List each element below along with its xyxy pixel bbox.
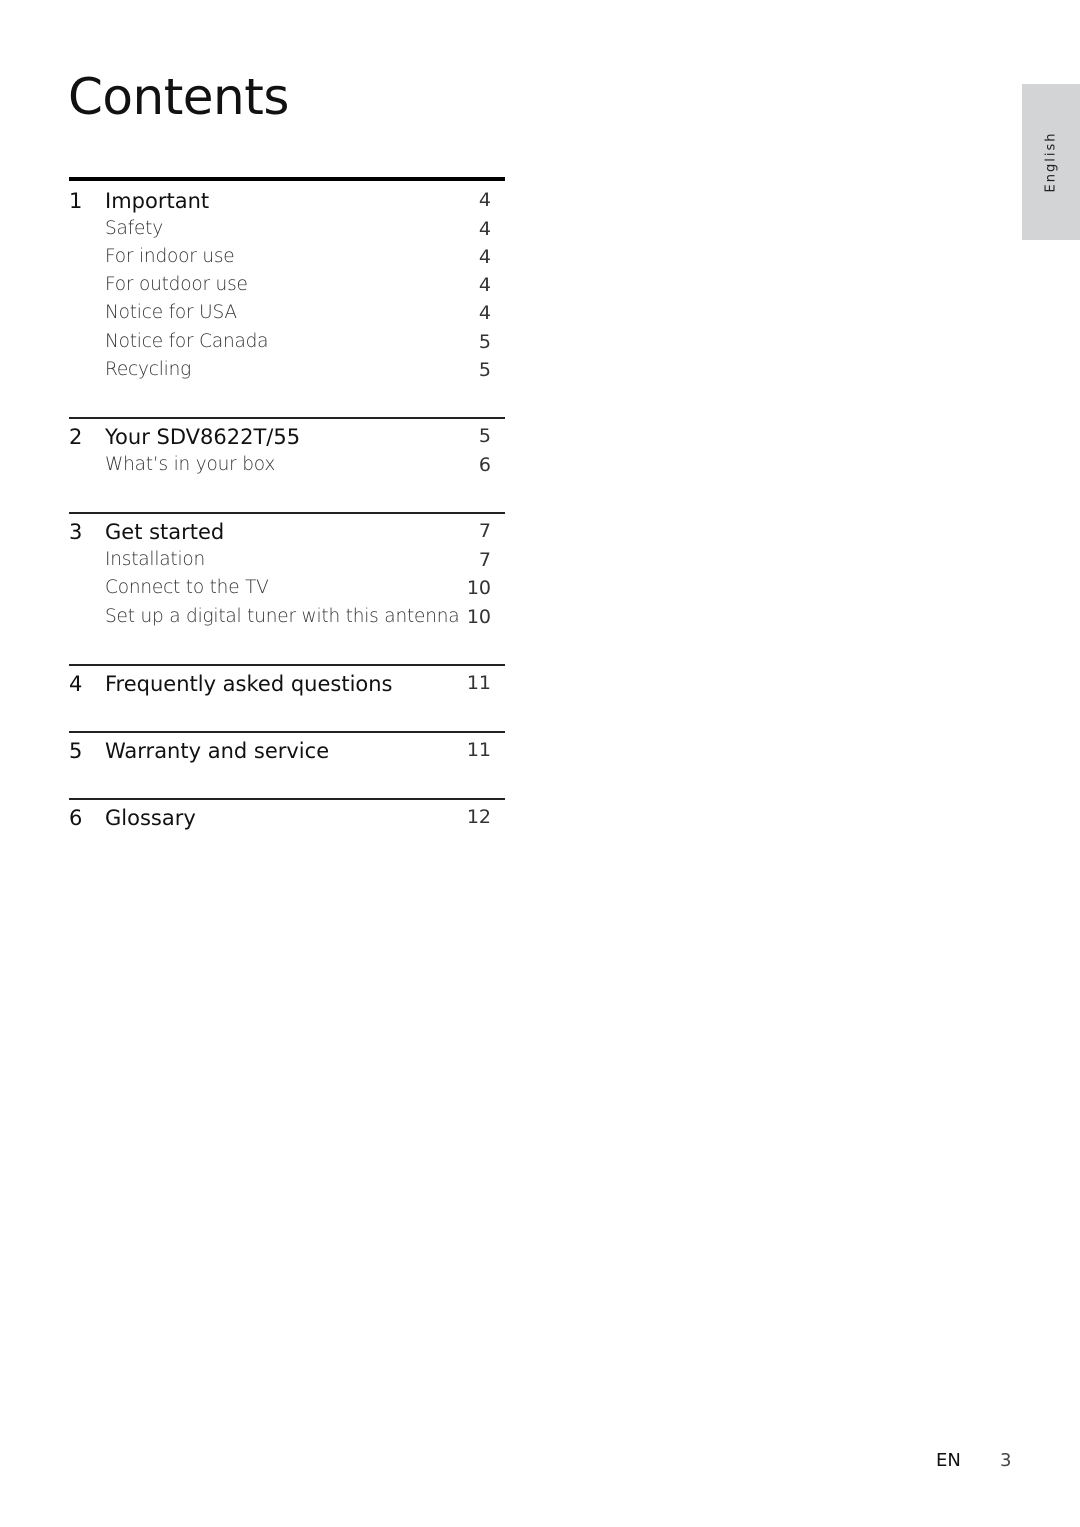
page-number: 4: [478, 218, 491, 240]
toc-entry-installation[interactable]: Installation 7: [69, 549, 491, 577]
page-number: 7: [478, 520, 491, 542]
page-number: 12: [466, 806, 491, 828]
subsection-title: Connect to the TV: [105, 577, 269, 598]
footer-page-number: 3: [1000, 1450, 1012, 1471]
subsection-title: Installation: [105, 549, 206, 570]
toc-entry-indoor-use[interactable]: For indoor use 4: [69, 246, 491, 274]
toc-entry-digital-tuner[interactable]: Set up a digital tuner with this antenna…: [69, 606, 491, 634]
section-title: Important: [105, 189, 210, 213]
section-number: 5: [69, 739, 83, 763]
toc-entry-get-started[interactable]: 3 Get started 7: [69, 520, 491, 548]
language-tab-label: English: [1043, 131, 1059, 193]
page-number: 10: [466, 606, 491, 628]
section-title: Get started: [105, 520, 225, 544]
toc-entry-your-product[interactable]: 2 Your SDV8622T/55 5: [69, 425, 491, 453]
section-divider: [69, 798, 505, 800]
toc-entry-notice-usa[interactable]: Notice for USA 4: [69, 302, 491, 330]
section-title: Frequently asked questions: [105, 672, 393, 696]
page-number: 7: [478, 549, 491, 571]
page-number: 5: [478, 425, 491, 447]
page-number: 4: [478, 302, 491, 324]
subsection-title: For indoor use: [105, 246, 235, 267]
subsection-title: Notice for USA: [105, 302, 237, 323]
section-divider: [69, 177, 505, 181]
subsection-title: Safety: [105, 218, 163, 239]
toc-entry-whats-in-box[interactable]: What’s in your box 6: [69, 454, 491, 482]
page-number: 4: [478, 189, 491, 211]
toc-entry-recycling[interactable]: Recycling 5: [69, 359, 491, 387]
section-title: Warranty and service: [105, 739, 330, 763]
subsection-title: Recycling: [105, 359, 192, 380]
section-number: 6: [69, 806, 83, 830]
section-number: 2: [69, 425, 83, 449]
toc-entry-glossary[interactable]: 6 Glossary 12: [69, 806, 491, 834]
toc-entry-notice-canada[interactable]: Notice for Canada 5: [69, 331, 491, 359]
page-number: 10: [466, 577, 491, 599]
section-divider: [69, 512, 505, 514]
page-number: 5: [478, 331, 491, 353]
page-title: Contents: [68, 68, 289, 126]
page-number: 4: [478, 246, 491, 268]
section-title: Your SDV8622T/55: [105, 425, 301, 449]
toc-entry-faq[interactable]: 4 Frequently asked questions 11: [69, 672, 491, 700]
page-number: 11: [466, 672, 491, 694]
section-divider: [69, 664, 505, 666]
subsection-title: Set up a digital tuner with this antenna: [105, 606, 460, 627]
page-number: 11: [466, 739, 491, 761]
language-tab: English: [1022, 84, 1080, 240]
subsection-title: Notice for Canada: [105, 331, 269, 352]
page-footer: EN 3: [936, 1450, 1011, 1471]
page-number: 5: [478, 359, 491, 381]
page-number: 4: [478, 274, 491, 296]
section-divider: [69, 731, 505, 733]
section-title: Glossary: [105, 806, 196, 830]
toc-entry-warranty[interactable]: 5 Warranty and service 11: [69, 739, 491, 767]
toc-entry-outdoor-use[interactable]: For outdoor use 4: [69, 274, 491, 302]
section-number: 4: [69, 672, 83, 696]
toc-entry-connect-tv[interactable]: Connect to the TV 10: [69, 577, 491, 605]
section-number: 3: [69, 520, 83, 544]
page-number: 6: [478, 454, 491, 476]
subsection-title: What’s in your box: [105, 454, 276, 475]
section-number: 1: [69, 189, 83, 213]
subsection-title: For outdoor use: [105, 274, 248, 295]
toc-entry-safety[interactable]: Safety 4: [69, 218, 491, 246]
section-divider: [69, 417, 505, 419]
toc-entry-important[interactable]: 1 Important 4: [69, 189, 491, 217]
footer-language-code: EN: [936, 1450, 961, 1471]
